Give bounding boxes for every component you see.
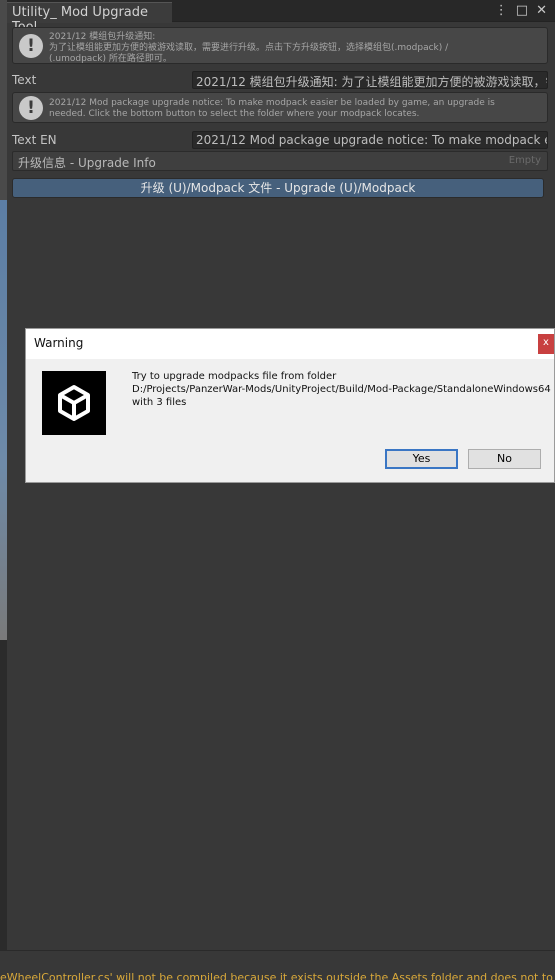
dialog-message: Try to upgrade modpacks file from folder…: [132, 370, 552, 409]
scene-view-fragment: [0, 200, 7, 640]
info-icon: !: [19, 95, 43, 120]
underlying-editor-strip: [0, 0, 7, 980]
help-box-chinese: ! 2021/12 模组包升级通知: 为了让模组能更加方便的被游戏读取，需要进行…: [12, 27, 548, 64]
window-actions: ⋮ □ ✕: [495, 3, 547, 18]
warning-dialog: Warning x Try to upgrade modpacks file f…: [25, 328, 555, 483]
no-button[interactable]: No: [468, 449, 541, 469]
dialog-titlebar: Warning x: [26, 329, 554, 359]
help-cn-line1: 2021/12 模组包升级通知:: [49, 32, 156, 42]
upgrade-info-empty: Empty: [508, 155, 541, 166]
close-icon[interactable]: ✕: [536, 3, 547, 18]
maximize-icon[interactable]: □: [516, 3, 528, 18]
unity-logo-icon: [42, 371, 106, 435]
info-icon: !: [19, 33, 43, 58]
panel-fragment: [0, 640, 7, 980]
text-field-row: Text 2021/12 模组包升级通知: 为了让模组能更加方便的被游戏读取，需: [12, 71, 548, 89]
console-warning-message[interactable]: eWheelController.cs' will not be compile…: [0, 971, 553, 980]
tab-mod-upgrade-tool[interactable]: Utility_ Mod Upgrade Tool: [7, 2, 172, 35]
upgrade-info-field[interactable]: 升级信息 - Upgrade Info Empty: [12, 151, 548, 171]
dialog-body: Try to upgrade modpacks file from folder…: [26, 359, 554, 482]
dialog-message-path: D:/Projects/PanzerWar-Mods/UnityProject/…: [132, 384, 551, 395]
dialog-message-line1: Try to upgrade modpacks file from folder: [132, 371, 337, 382]
yes-button[interactable]: Yes: [385, 449, 458, 469]
upgrade-info-label: 升级信息 - Upgrade Info: [18, 156, 156, 170]
dialog-title: Warning: [34, 336, 84, 350]
help-cn-line3: (.umodpack) 所在路径即可。: [49, 54, 172, 64]
close-icon[interactable]: x: [538, 334, 554, 354]
text-en-field[interactable]: 2021/12 Mod package upgrade notice: To m…: [192, 131, 548, 149]
help-en-line2: needed. Click the bottom button to selec…: [49, 109, 420, 119]
help-cn-line2: 为了让模组能更加方便的被游戏读取，需要进行升级。点击下方升级按钮，选择模组包(.…: [49, 43, 449, 53]
tab-bar: Utility_ Mod Upgrade Tool ⋮ □ ✕: [7, 0, 555, 35]
text-en-field-row: Text EN 2021/12 Mod package upgrade noti…: [12, 131, 548, 149]
more-options-icon[interactable]: ⋮: [495, 3, 508, 18]
upgrade-modpack-button[interactable]: 升级 (U)/Modpack 文件 - Upgrade (U)/Modpack: [12, 178, 544, 198]
help-en-line1: 2021/12 Mod package upgrade notice: To m…: [49, 98, 495, 108]
console-status-bar: eWheelController.cs' will not be compile…: [0, 950, 555, 980]
help-box-english: ! 2021/12 Mod package upgrade notice: To…: [12, 92, 548, 123]
text-field[interactable]: 2021/12 模组包升级通知: 为了让模组能更加方便的被游戏读取，需: [192, 71, 548, 89]
text-en-label: Text EN: [12, 133, 57, 147]
text-label: Text: [12, 73, 37, 87]
dialog-message-count: with 3 files: [132, 397, 187, 408]
